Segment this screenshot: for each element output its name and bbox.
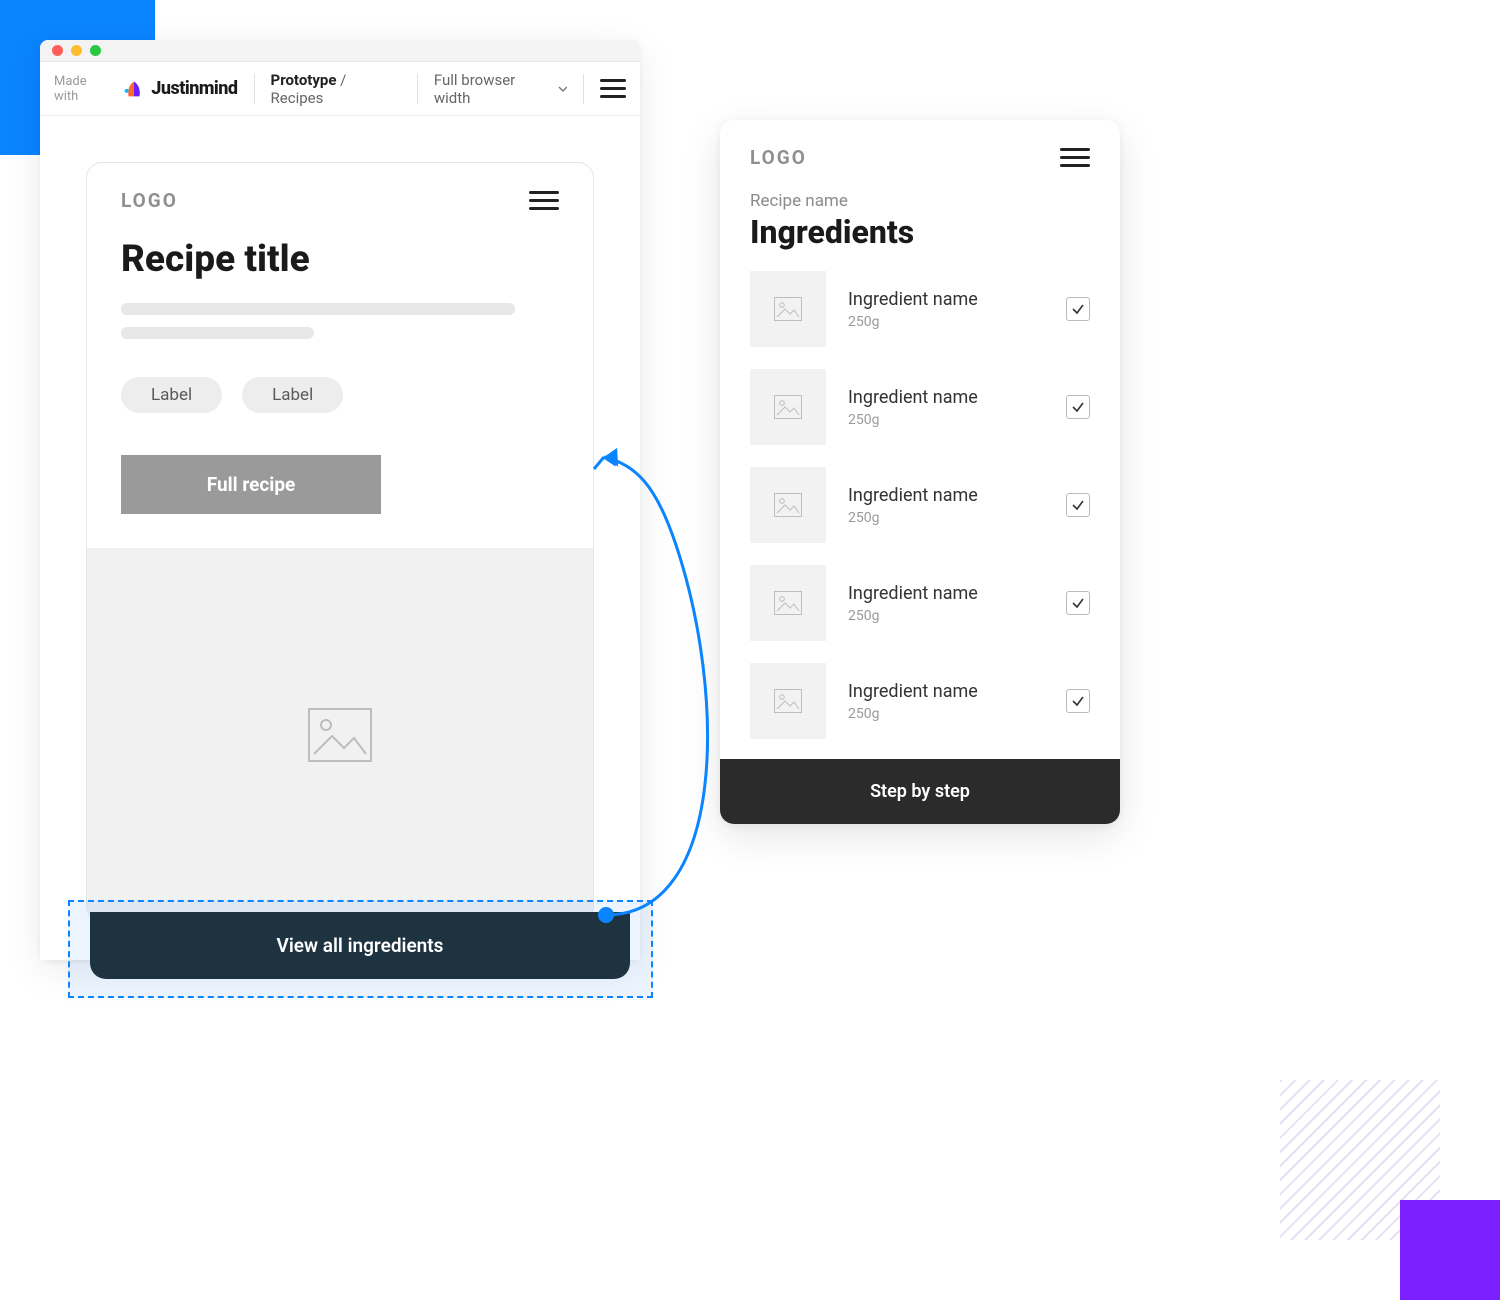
label-row: Label Label xyxy=(121,377,559,413)
ingredient-amount: 250g xyxy=(848,706,1044,722)
decorative-purple-square xyxy=(1400,1200,1500,1300)
recipe-menu-button[interactable] xyxy=(529,191,559,210)
ingredient-thumb xyxy=(750,663,826,739)
ingredient-name: Ingredient name xyxy=(848,387,1044,408)
ingredients-subtitle: Recipe name xyxy=(720,191,1120,211)
brand-logo: Justinmind xyxy=(123,78,237,100)
ingredient-row: Ingredient name 250g xyxy=(750,271,1090,347)
justinmind-toolbar: Made with Justinmind Prototype / Recipes… xyxy=(40,62,640,116)
image-icon xyxy=(774,689,802,713)
ingredient-amount: 250g xyxy=(848,412,1044,428)
toolbar-divider xyxy=(583,74,584,104)
check-icon xyxy=(1071,694,1085,708)
ingredient-thumb xyxy=(750,565,826,641)
window-zoom-icon[interactable] xyxy=(90,45,101,56)
ingredients-screen: LOGO Recipe name Ingredients Ingredient … xyxy=(720,120,1120,824)
breadcrumb-root: Prototype xyxy=(271,71,337,89)
window-minimize-icon[interactable] xyxy=(71,45,82,56)
ingredients-list: Ingredient name 250g Ingredient name 250… xyxy=(720,261,1120,739)
ingredient-checkbox[interactable] xyxy=(1066,689,1090,713)
ingredient-name: Ingredient name xyxy=(848,485,1044,506)
prototype-browser-window: Made with Justinmind Prototype / Recipes… xyxy=(40,40,640,960)
check-icon xyxy=(1071,302,1085,316)
image-icon xyxy=(774,493,802,517)
recipe-logo: LOGO xyxy=(121,189,178,212)
ingredient-checkbox[interactable] xyxy=(1066,493,1090,517)
view-all-ingredients-button[interactable]: View all ingredients xyxy=(90,912,630,979)
ingredient-name: Ingredient name xyxy=(848,681,1044,702)
ingredient-name: Ingredient name xyxy=(848,289,1044,310)
ingredient-row: Ingredient name 250g xyxy=(750,663,1090,739)
ingredient-thumb xyxy=(750,369,826,445)
label-pill[interactable]: Label xyxy=(242,377,343,413)
skeleton-line xyxy=(121,303,515,315)
check-icon xyxy=(1071,596,1085,610)
image-icon xyxy=(774,395,802,419)
ingredient-checkbox[interactable] xyxy=(1066,395,1090,419)
made-with-label: Made with xyxy=(54,74,113,104)
ingredient-amount: 250g xyxy=(848,314,1044,330)
ingredient-checkbox[interactable] xyxy=(1066,591,1090,615)
chevron-down-icon xyxy=(558,84,568,94)
skeleton-line xyxy=(121,327,314,339)
recipe-card: LOGO Recipe title Label Label Full recip… xyxy=(86,162,594,922)
full-recipe-button[interactable]: Full recipe xyxy=(121,455,381,514)
check-icon xyxy=(1071,400,1085,414)
zoom-label: Full browser width xyxy=(434,71,554,107)
prototype-viewport: LOGO Recipe title Label Label Full recip… xyxy=(40,116,640,960)
toolbar-divider xyxy=(254,74,255,104)
ingredient-amount: 250g xyxy=(848,510,1044,526)
step-by-step-button[interactable]: Step by step xyxy=(720,759,1120,824)
label-pill[interactable]: Label xyxy=(121,377,222,413)
ingredient-thumb xyxy=(750,467,826,543)
ingredient-thumb xyxy=(750,271,826,347)
ingredient-checkbox[interactable] xyxy=(1066,297,1090,321)
zoom-selector[interactable]: Full browser width xyxy=(434,71,568,107)
toolbar-menu-button[interactable] xyxy=(600,76,626,102)
ingredients-title: Ingredients xyxy=(720,211,1120,261)
brand-name: Justinmind xyxy=(151,78,237,99)
image-icon xyxy=(308,708,372,762)
breadcrumb[interactable]: Prototype / Recipes xyxy=(271,71,401,107)
ingredient-amount: 250g xyxy=(848,608,1044,624)
ingredients-logo: LOGO xyxy=(750,146,807,169)
ingredients-menu-button[interactable] xyxy=(1060,148,1090,167)
check-icon xyxy=(1071,498,1085,512)
recipe-title: Recipe title xyxy=(121,238,559,281)
ingredient-row: Ingredient name 250g xyxy=(750,565,1090,641)
toolbar-divider xyxy=(417,74,418,104)
ingredient-row: Ingredient name 250g xyxy=(750,467,1090,543)
window-chrome xyxy=(40,40,640,62)
window-close-icon[interactable] xyxy=(52,45,63,56)
image-icon xyxy=(774,591,802,615)
image-icon xyxy=(774,297,802,321)
ingredient-name: Ingredient name xyxy=(848,583,1044,604)
recipe-image-placeholder xyxy=(87,548,593,921)
justinmind-logo-icon xyxy=(123,78,145,100)
ingredient-row: Ingredient name 250g xyxy=(750,369,1090,445)
